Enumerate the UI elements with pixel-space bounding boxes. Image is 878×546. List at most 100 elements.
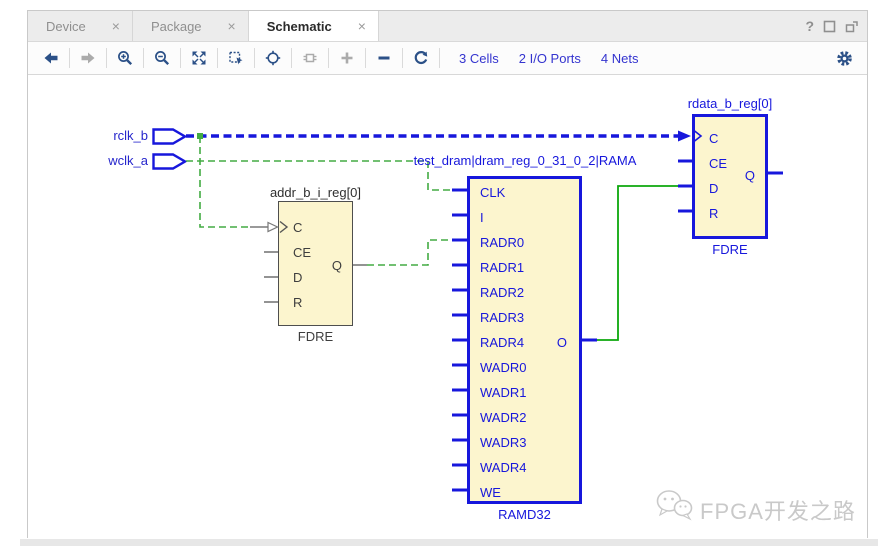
pin-label-radr3[interactable]: RADR3 (480, 309, 524, 327)
toolbar-separator (365, 48, 366, 68)
pin-label-radr4[interactable]: RADR4 (480, 334, 524, 352)
toolbar-separator (402, 48, 403, 68)
pin-label-d[interactable]: D (709, 180, 718, 198)
refresh-icon (413, 50, 429, 66)
zoom-out-button[interactable] (149, 46, 175, 70)
port-label-wclk-a[interactable]: wclk_a (68, 153, 148, 169)
pin-label-c[interactable]: C (709, 130, 718, 148)
port-label-rclk-b[interactable]: rclk_b (68, 128, 148, 144)
nets-link[interactable]: 4 Nets (601, 51, 639, 66)
pin-label-o[interactable]: O (557, 334, 567, 352)
pin-label-wadr0[interactable]: WADR0 (480, 359, 526, 377)
minus-icon (376, 50, 392, 66)
forward-button[interactable] (75, 46, 101, 70)
cell-title-rdata-b-reg[interactable]: rdata_b_reg[0] (650, 96, 810, 112)
pin-label-d[interactable]: D (293, 269, 302, 287)
cell-ram-rama[interactable]: CLK I RADR0 RADR1 RADR2 RADR3 RADR4 WADR… (467, 176, 582, 504)
tab-schematic[interactable]: Schematic × (249, 11, 379, 41)
pin-label-wadr1[interactable]: WADR1 (480, 384, 526, 402)
pin-label-radr2[interactable]: RADR2 (480, 284, 524, 302)
toolbar-separator (180, 48, 181, 68)
tab-schematic-label: Schematic (267, 19, 332, 34)
zoom-in-button[interactable] (112, 46, 138, 70)
pin-label-wadr2[interactable]: WADR2 (480, 409, 526, 427)
cells-link[interactable]: 3 Cells (459, 51, 499, 66)
settings-button[interactable] (831, 46, 857, 70)
toolbar-separator (328, 48, 329, 68)
cell-rdata-b-reg[interactable]: C CE D R Q (692, 114, 768, 239)
window-controls: ? (805, 11, 859, 41)
gear-icon (836, 50, 853, 67)
tab-device-label: Device (46, 19, 86, 34)
pin-label-we[interactable]: WE (480, 484, 501, 502)
toolbar-separator (69, 48, 70, 68)
net-junction-dot (197, 133, 203, 139)
net-arrowhead (678, 131, 691, 142)
io-ports-link[interactable]: 2 I/O Ports (519, 51, 581, 66)
forward-arrow-icon (80, 50, 96, 66)
close-icon[interactable]: × (228, 18, 236, 34)
cell-addr-b-i-reg[interactable]: C CE D R Q (278, 201, 353, 326)
maximize-icon[interactable] (823, 20, 836, 33)
net-addr-q[interactable] (367, 240, 452, 265)
input-port-wclk-a[interactable] (152, 153, 187, 170)
cell-title-ram[interactable]: test_dram|dram_reg_0_31_0_2|RAMA (389, 153, 661, 169)
plus-icon (339, 50, 355, 66)
net-open-arrowhead (268, 223, 278, 232)
tab-bar: Device × Package × Schematic × ? (28, 11, 867, 42)
close-icon[interactable]: × (358, 18, 366, 34)
tab-package[interactable]: Package × (133, 11, 249, 41)
pin-label-radr1[interactable]: RADR1 (480, 259, 524, 277)
zoom-fit-button[interactable] (186, 46, 212, 70)
schematic-window: Device × Package × Schematic × ? (27, 10, 868, 538)
pin-label-c[interactable]: C (293, 219, 302, 237)
zoom-fit-icon (191, 50, 207, 66)
net-rclk-branch[interactable] (200, 136, 250, 227)
pin-label-ce[interactable]: CE (709, 155, 727, 173)
cell-title-addr-b-i-reg[interactable]: addr_b_i_reg[0] (238, 185, 393, 201)
chip-icon (302, 50, 318, 66)
back-arrow-icon (43, 50, 59, 66)
pin-label-wadr3[interactable]: WADR3 (480, 434, 526, 452)
input-port-rclk-b[interactable] (152, 128, 187, 145)
schematic-canvas[interactable]: rclk_b wclk_a C CE D R Q addr_b_i_reg[0]… (28, 75, 867, 538)
remove-button[interactable] (371, 46, 397, 70)
expand-cone-button[interactable] (297, 46, 323, 70)
cell-type-fdre: FDRE (278, 329, 353, 345)
toolbar-separator (439, 48, 440, 68)
help-icon[interactable]: ? (805, 18, 814, 34)
watermark-text: FPGA开发之路 (700, 494, 856, 526)
back-button[interactable] (38, 46, 64, 70)
pin-label-ce[interactable]: CE (293, 244, 311, 262)
pin-label-q[interactable]: Q (745, 167, 755, 185)
page: Device × Package × Schematic × ? (0, 0, 878, 546)
toolbar-separator (217, 48, 218, 68)
toolbar: 3 Cells 2 I/O Ports 4 Nets (28, 42, 867, 75)
toolbar-separator (254, 48, 255, 68)
window-shadow (20, 539, 878, 546)
pin-label-i[interactable]: I (480, 209, 484, 227)
close-icon[interactable]: × (112, 18, 120, 34)
toolbar-stats: 3 Cells 2 I/O Ports 4 Nets (459, 51, 638, 66)
pin-label-r[interactable]: R (293, 294, 302, 312)
autofit-selection-button[interactable] (260, 46, 286, 70)
zoom-selection-icon (228, 50, 244, 66)
zoom-out-icon (154, 50, 170, 66)
pin-label-r[interactable]: R (709, 205, 718, 223)
float-icon[interactable] (845, 19, 859, 33)
pin-label-clk[interactable]: CLK (480, 184, 505, 202)
tab-device[interactable]: Device × (28, 11, 133, 41)
pin-label-wadr4[interactable]: WADR4 (480, 459, 526, 477)
zoom-selection-button[interactable] (223, 46, 249, 70)
toolbar-separator (143, 48, 144, 68)
tab-package-label: Package (151, 19, 202, 34)
add-button[interactable] (334, 46, 360, 70)
pin-label-radr0[interactable]: RADR0 (480, 234, 524, 252)
toolbar-separator (291, 48, 292, 68)
autofit-crosshair-icon (265, 50, 281, 66)
pin-label-q[interactable]: Q (332, 257, 342, 275)
cell-type-fdre: FDRE (692, 242, 768, 258)
regenerate-button[interactable] (408, 46, 434, 70)
toolbar-separator (106, 48, 107, 68)
net-ram-o[interactable] (596, 186, 679, 340)
